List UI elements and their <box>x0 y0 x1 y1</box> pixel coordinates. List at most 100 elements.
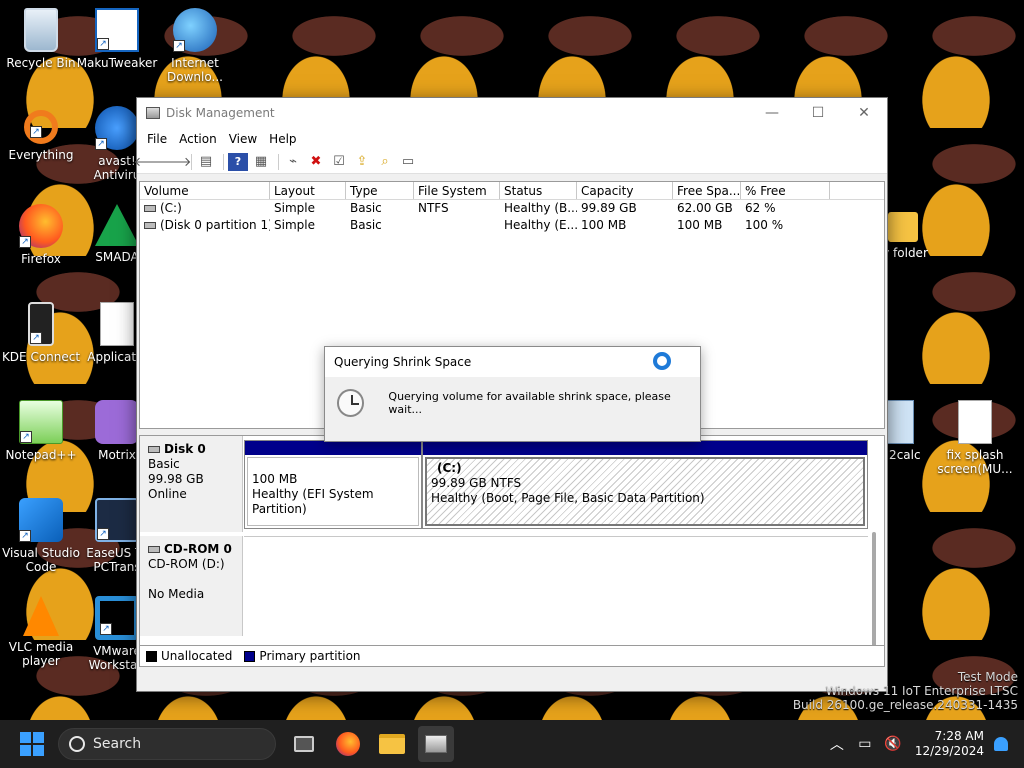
taskbar-search[interactable]: Search <box>58 728 276 760</box>
desktop-icon-internet-download-manager[interactable]: ↗ Internet Downlo... <box>154 8 236 84</box>
shortcut-arrow-icon: ↗ <box>30 126 42 138</box>
shortcut-arrow-icon: ↗ <box>173 40 185 52</box>
desktop-icon-fix-splash-screen[interactable]: fix splash screen(MU... <box>934 400 1016 476</box>
taskbar-task-view[interactable] <box>286 726 322 762</box>
partition-size: 99.89 GB NTFS <box>431 476 522 490</box>
loading-spinner-icon <box>653 352 671 370</box>
clock-date: 12/29/2024 <box>914 744 984 758</box>
partition-title: (C:) <box>437 461 462 475</box>
cdrom-0-area[interactable] <box>244 536 868 636</box>
desktop-icon-notepad-plus-plus[interactable]: ↗ Notepad++ <box>0 400 82 462</box>
phone-icon: ↗ <box>28 302 54 346</box>
desktop-icon-firefox[interactable]: ↗ Firefox <box>0 204 82 266</box>
taskbar-clock[interactable]: 7:28 AM 12/29/2024 <box>915 729 984 759</box>
column-header-type[interactable]: Type <box>346 182 414 199</box>
menu-file[interactable]: File <box>141 132 173 146</box>
column-header-status[interactable]: Status <box>500 182 577 199</box>
column-header-capacity[interactable]: Capacity <box>577 182 673 199</box>
partition-status: Healthy (Boot, Page File, Basic Data Par… <box>431 491 705 505</box>
partition-size: 100 MB <box>252 472 298 486</box>
recycle-bin-icon <box>24 8 58 52</box>
forward-arrow-icon[interactable]: 🡒 <box>157 153 192 171</box>
desktop-icon-kde-connect[interactable]: ↗ KDE Connect <box>0 302 82 364</box>
chevron-up-icon[interactable]: ︿ <box>826 734 848 754</box>
cell-status: Healthy (E... <box>504 218 577 232</box>
volume-muted-icon[interactable]: 🔇 <box>882 736 904 752</box>
hard-disk-icon <box>148 446 160 453</box>
help-icon[interactable]: ? <box>228 152 248 171</box>
taskbar-firefox[interactable] <box>330 726 366 762</box>
open-folder-icon[interactable]: ⇪ <box>352 153 372 171</box>
desktop-icon-label: Recycle Bin <box>6 56 76 70</box>
notification-bell-icon[interactable] <box>994 737 1008 751</box>
desktop-icon-everything[interactable]: ↗ Everything <box>0 106 82 162</box>
smadav-icon <box>95 204 139 246</box>
console-icon[interactable]: ▭ <box>398 153 418 171</box>
check-icon[interactable]: ☑ <box>329 153 349 171</box>
title-bar[interactable]: Disk Management — ☐ ✕ <box>137 98 887 128</box>
drive-icon <box>144 222 156 229</box>
cell-capacity: 99.89 GB <box>581 201 637 215</box>
desktop-icon-vlc[interactable]: VLC media player <box>0 596 82 668</box>
dialog-title: Querying Shrink Space <box>334 355 472 369</box>
shortcut-arrow-icon: ↗ <box>20 431 32 443</box>
windows-logo-tile <box>20 732 31 743</box>
vertical-scrollbar[interactable] <box>872 532 876 647</box>
column-header-file-system[interactable]: File System <box>414 182 500 199</box>
motrix-icon <box>95 400 139 444</box>
partition-bar <box>423 441 867 455</box>
menu-view[interactable]: View <box>223 132 263 146</box>
column-header-layout[interactable]: Layout <box>270 182 346 199</box>
legend-bar: Unallocated Primary partition <box>139 645 885 667</box>
toolbar-separator <box>223 153 224 170</box>
menu-action[interactable]: Action <box>173 132 223 146</box>
desktop-icon-recycle-bin[interactable]: Recycle Bin <box>0 8 82 70</box>
shortcut-arrow-icon: ↗ <box>100 623 112 635</box>
desktop-icon-label: VLC media player <box>8 640 74 668</box>
desktop-icon-visual-studio-code[interactable]: ↗ Visual Studio Code <box>0 498 82 574</box>
start-button[interactable] <box>20 732 44 756</box>
cell-percent-free: 100 % <box>745 218 784 232</box>
network-icon[interactable]: ▭ <box>854 736 876 752</box>
column-header-free-space[interactable]: Free Spa... <box>673 182 741 199</box>
cdrom-0-drive: CD-ROM (D:) <box>148 557 225 571</box>
shortcut-arrow-icon: ↗ <box>19 530 31 542</box>
disk-0-size: 99.98 GB <box>148 472 204 486</box>
cdrom-icon <box>148 546 160 553</box>
disk-0-type: Basic <box>148 457 180 471</box>
vmware-icon: ↗ <box>95 596 139 640</box>
properties-icon[interactable]: ▤ <box>196 153 216 171</box>
partition-efi[interactable]: 100 MB Healthy (EFI System Partition) <box>244 440 422 529</box>
table-row[interactable]: (C:) Simple Basic NTFS Healthy (B... 99.… <box>140 200 884 217</box>
connect-icon[interactable]: ⌁ <box>283 153 303 171</box>
cell-type: Basic <box>350 201 382 215</box>
disk-0-label[interactable]: Disk 0 Basic 99.98 GB Online <box>140 436 243 532</box>
disk-0-name: Disk 0 <box>164 442 206 456</box>
close-button[interactable]: ✕ <box>841 98 887 128</box>
partition-c[interactable]: (C:) 99.89 GB NTFS Healthy (Boot, Page F… <box>422 440 868 529</box>
desktop-icon-label: Visual Studio Code <box>2 546 80 574</box>
column-header-percent-free[interactable]: % Free <box>741 182 830 199</box>
view-icon[interactable]: ▦ <box>251 153 271 171</box>
desktop-icon-makutweaker[interactable]: ↗ MakuTweaker <box>76 8 158 70</box>
menu-help[interactable]: Help <box>263 132 302 146</box>
column-header-volume[interactable]: Volume <box>140 182 270 199</box>
disk-map: Disk 0 Basic 99.98 GB Online 100 MB Heal… <box>139 435 885 648</box>
search-folder-icon[interactable]: ⌕ <box>375 153 395 171</box>
taskbar-disk-management[interactable] <box>418 726 454 762</box>
maximize-button[interactable]: ☐ <box>795 98 841 128</box>
cdrom-0-name: CD-ROM 0 <box>164 542 232 556</box>
cell-volume: (C:) <box>140 200 270 217</box>
vlc-cone-icon <box>23 596 59 636</box>
clock-time: 7:28 AM <box>934 729 984 743</box>
dialog-title-bar[interactable]: Querying Shrink Space <box>325 347 700 377</box>
minimize-button[interactable]: — <box>749 98 795 128</box>
disk-0-state: Online <box>148 487 187 501</box>
toolbar-separator <box>278 153 279 170</box>
cdrom-0-label[interactable]: CD-ROM 0 CD-ROM (D:) No Media <box>140 536 243 636</box>
delete-icon[interactable]: ✖ <box>306 153 326 171</box>
cell-percent-free: 62 % <box>745 201 776 215</box>
taskbar-file-explorer[interactable] <box>374 726 410 762</box>
desktop-icon-label: fix splash screen(MU... <box>937 448 1013 476</box>
table-row[interactable]: (Disk 0 partition 1) Simple Basic Health… <box>140 217 884 234</box>
